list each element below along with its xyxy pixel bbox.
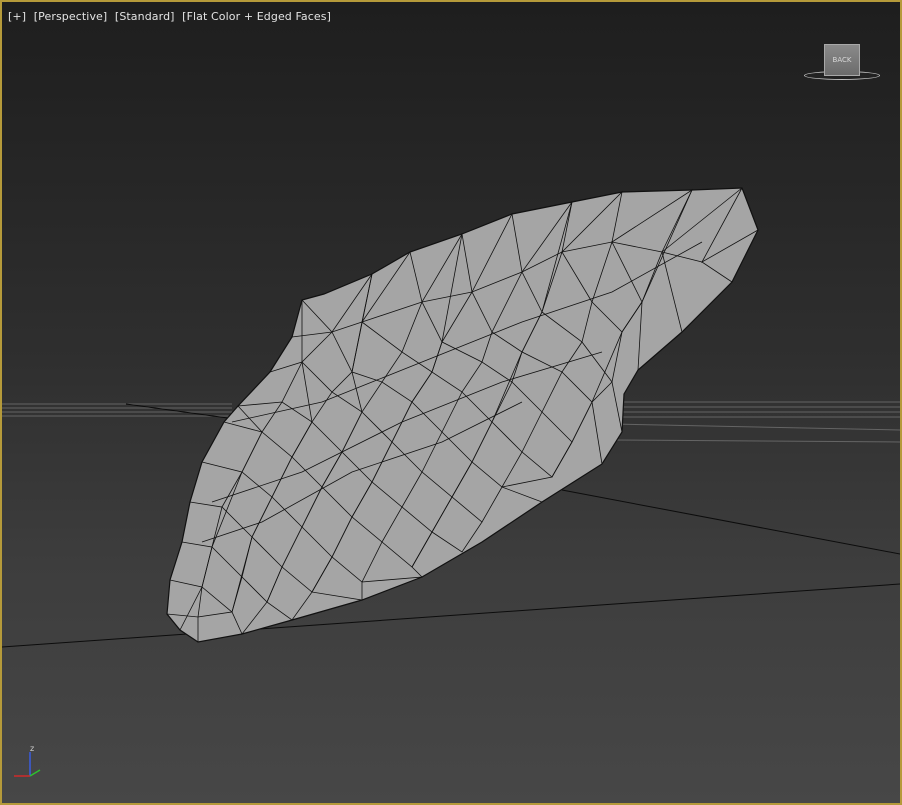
- viewport-pov-menu[interactable]: [Perspective]: [34, 10, 108, 23]
- viewcube[interactable]: BACK: [804, 42, 880, 82]
- axis-tripod: z: [8, 744, 48, 782]
- rock-mesh[interactable]: [166, 187, 759, 643]
- viewcube-face-back[interactable]: BACK: [824, 44, 860, 76]
- mesh-silhouette: [166, 187, 759, 643]
- axis-z-label: z: [30, 744, 35, 753]
- axis-tripod-icon: [14, 752, 41, 777]
- viewport-general-menu[interactable]: [+]: [8, 10, 26, 23]
- viewport-shading-preset-menu[interactable]: [Standard]: [115, 10, 175, 23]
- perspective-viewport[interactable]: [+] [Perspective] [Standard] [Flat Color…: [0, 0, 902, 805]
- scene-canvas[interactable]: [2, 2, 900, 803]
- viewport-label-menu: [+] [Perspective] [Standard] [Flat Color…: [8, 10, 331, 23]
- viewport-visual-style-menu[interactable]: [Flat Color + Edged Faces]: [182, 10, 331, 23]
